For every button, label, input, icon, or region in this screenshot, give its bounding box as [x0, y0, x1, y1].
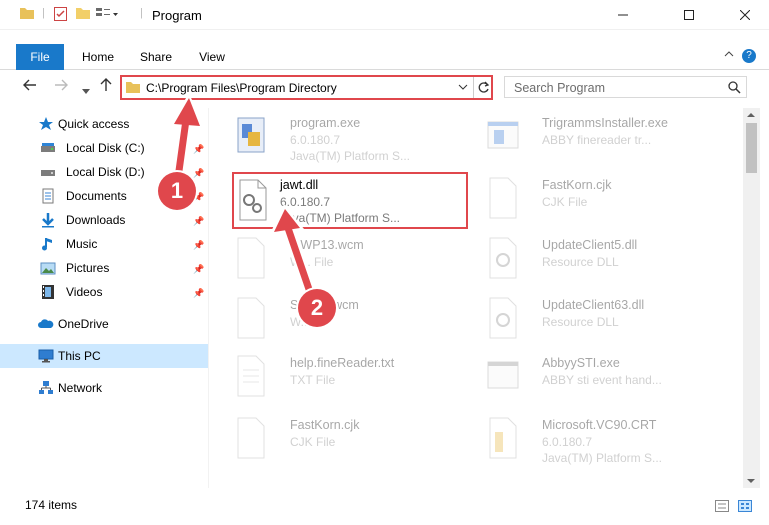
- callout-step-1: 1: [158, 172, 196, 210]
- arrow-2: [284, 224, 316, 302]
- callout-step-2: 2: [298, 289, 336, 327]
- tutorial-arrows: [170, 93, 318, 304]
